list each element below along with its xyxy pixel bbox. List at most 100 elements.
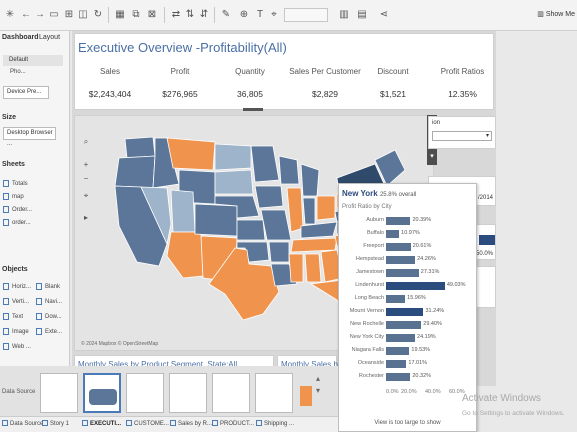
slider-bar[interactable] bbox=[479, 235, 495, 245]
profit-ratio-bar[interactable] bbox=[386, 373, 411, 381]
horizontal-icon bbox=[3, 282, 9, 290]
object-vertical[interactable]: Verti... bbox=[3, 297, 29, 307]
thumbnail-shipping[interactable] bbox=[255, 373, 293, 413]
show-me-label: Show Me bbox=[545, 11, 575, 18]
refresh-icon[interactable]: ↻ bbox=[92, 9, 104, 21]
profit-ratio-bar[interactable] bbox=[386, 321, 422, 329]
bar-value-label: 20.39% bbox=[412, 217, 432, 223]
zoom-out-icon[interactable]: − bbox=[80, 173, 92, 185]
profit-ratio-bar[interactable] bbox=[386, 360, 407, 368]
object-text[interactable]: Text bbox=[3, 312, 23, 322]
object-horizontal[interactable]: Horiz... bbox=[3, 282, 31, 292]
profit-ratio-bar[interactable] bbox=[386, 347, 410, 355]
scroll-down-icon[interactable]: ▾ bbox=[316, 386, 320, 395]
profit-ratio-bar[interactable] bbox=[386, 256, 416, 264]
object-image[interactable]: Image bbox=[3, 327, 29, 337]
profit-ratio-bar[interactable] bbox=[386, 308, 424, 316]
save-icon[interactable]: ▭ bbox=[48, 9, 60, 21]
duplicate-icon[interactable]: ⧉ bbox=[130, 9, 142, 21]
object-blank[interactable]: Blank bbox=[36, 282, 60, 292]
new-datasource-icon[interactable]: ⊞ bbox=[63, 9, 75, 21]
share-icon[interactable]: ⋖ bbox=[378, 9, 390, 21]
back-icon[interactable]: ← bbox=[20, 9, 32, 21]
sheet-order-2[interactable]: order... bbox=[3, 218, 31, 228]
tab-shipping[interactable]: Shipping ... bbox=[256, 420, 294, 427]
kpi-value-quantity: 36,805 bbox=[237, 89, 263, 99]
thumbnail-customer[interactable] bbox=[126, 373, 164, 413]
state-ohio bbox=[316, 195, 336, 221]
kpi-label-sales: Sales bbox=[99, 67, 120, 76]
sheet-order-1[interactable]: Order... bbox=[3, 205, 32, 215]
swap-icon[interactable]: ⇄ bbox=[170, 9, 182, 21]
size-dropdown[interactable]: Desktop Browser ... bbox=[3, 127, 56, 147]
label-icon[interactable]: T bbox=[254, 9, 266, 21]
data-source-thumb-label[interactable]: Data Source bbox=[2, 389, 35, 395]
thumbnail-product[interactable] bbox=[212, 373, 250, 413]
profit-ratio-bar[interactable] bbox=[386, 230, 400, 238]
region-dropdown[interactable]: ▾ bbox=[432, 131, 492, 141]
axis-tick: 20.0% bbox=[401, 389, 417, 395]
profit-ratio-bar[interactable] bbox=[386, 243, 411, 251]
show-labels-icon[interactable]: ▥ bbox=[338, 9, 350, 21]
thumbnail-sales-by-region[interactable] bbox=[169, 373, 207, 413]
sheet-totals[interactable]: Totals bbox=[3, 179, 28, 189]
tooltip-footer[interactable]: View is too large to show bbox=[339, 420, 476, 426]
kpi-label-sales-per-customer: Sales Per Customer bbox=[289, 67, 361, 76]
pin-map-icon[interactable]: ⌖ bbox=[80, 190, 92, 202]
bar-value-label: 31.24% bbox=[425, 308, 445, 314]
object-download[interactable]: Dow... bbox=[36, 312, 62, 322]
search-map-icon[interactable]: ⌕ bbox=[80, 136, 92, 148]
bar-value-label: 10.97% bbox=[401, 230, 420, 236]
presentation-icon[interactable]: ▤ bbox=[356, 9, 368, 21]
profit-ratio-bar[interactable] bbox=[386, 269, 419, 277]
object-navigation[interactable]: Navi... bbox=[36, 297, 62, 307]
sort-desc-icon[interactable]: ⇵ bbox=[198, 9, 210, 21]
pause-icon[interactable]: ◫ bbox=[77, 9, 89, 21]
sort-asc-icon[interactable]: ⇅ bbox=[184, 9, 196, 21]
sheet-map[interactable]: map bbox=[3, 192, 24, 202]
expand-arrow-icon[interactable]: ▸ bbox=[80, 212, 92, 224]
tab-data-source[interactable]: Data Source bbox=[2, 420, 43, 427]
profit-ratio-bar[interactable] bbox=[386, 217, 411, 225]
tableau-logo-icon[interactable]: ✳ bbox=[4, 9, 16, 21]
tab-executive[interactable]: EXECUTI... bbox=[82, 420, 121, 427]
city-label: Oceanside bbox=[357, 360, 384, 366]
city-label: Hempstead bbox=[355, 256, 384, 262]
device-phone[interactable]: Pho... bbox=[10, 67, 26, 77]
city-label: Freeport bbox=[363, 243, 384, 249]
clear-sheet-icon[interactable]: ⊠ bbox=[146, 9, 158, 21]
thumbnail-story[interactable] bbox=[40, 373, 78, 413]
state-indiana bbox=[302, 197, 316, 225]
tab-customer[interactable]: CUSTOME... bbox=[126, 420, 169, 427]
map-attribution: © 2024 Mapbox © OpenStreetMap bbox=[81, 341, 159, 347]
show-me-button[interactable]: ▥ Show Me bbox=[537, 10, 575, 18]
tab-dashboard[interactable]: Dashboard bbox=[2, 34, 39, 41]
dashboard-icon bbox=[212, 420, 218, 426]
forward-icon[interactable]: → bbox=[34, 9, 46, 21]
fit-dropdown[interactable] bbox=[284, 8, 328, 22]
tab-sales-by-region[interactable]: Sales by R... bbox=[170, 420, 212, 427]
resize-handle[interactable] bbox=[243, 108, 263, 111]
thumbnail-executive[interactable] bbox=[83, 373, 121, 413]
kpi-label-quantity: Quantity bbox=[235, 67, 265, 76]
text-icon bbox=[3, 312, 9, 320]
date-value: /2014 bbox=[477, 195, 493, 201]
object-extension[interactable]: Exte... bbox=[36, 327, 62, 337]
profit-ratio-bar[interactable] bbox=[386, 295, 406, 303]
group-icon[interactable]: ⊕ bbox=[238, 9, 250, 21]
pin-icon[interactable]: ⌖ bbox=[268, 9, 280, 21]
device-preview-button[interactable]: Device Pre... bbox=[3, 86, 49, 99]
tab-product[interactable]: PRODUCT... bbox=[212, 420, 254, 427]
tab-story-1[interactable]: Story 1 bbox=[42, 420, 69, 427]
tab-layout[interactable]: Layout bbox=[39, 34, 60, 41]
state-north-dakota bbox=[214, 143, 252, 171]
highlight-icon[interactable]: ✎ bbox=[220, 9, 232, 21]
object-web-page[interactable]: Web ... bbox=[3, 342, 31, 352]
profit-ratio-bar[interactable] bbox=[386, 282, 445, 290]
region-filter-card: ion ▾ bbox=[428, 116, 496, 149]
device-default[interactable]: Default bbox=[3, 55, 63, 66]
new-worksheet-icon[interactable]: ▦ bbox=[114, 9, 126, 21]
profit-ratio-bar[interactable] bbox=[386, 334, 416, 342]
zoom-in-icon[interactable]: + bbox=[80, 159, 92, 171]
scroll-up-icon[interactable]: ▴ bbox=[316, 374, 320, 383]
